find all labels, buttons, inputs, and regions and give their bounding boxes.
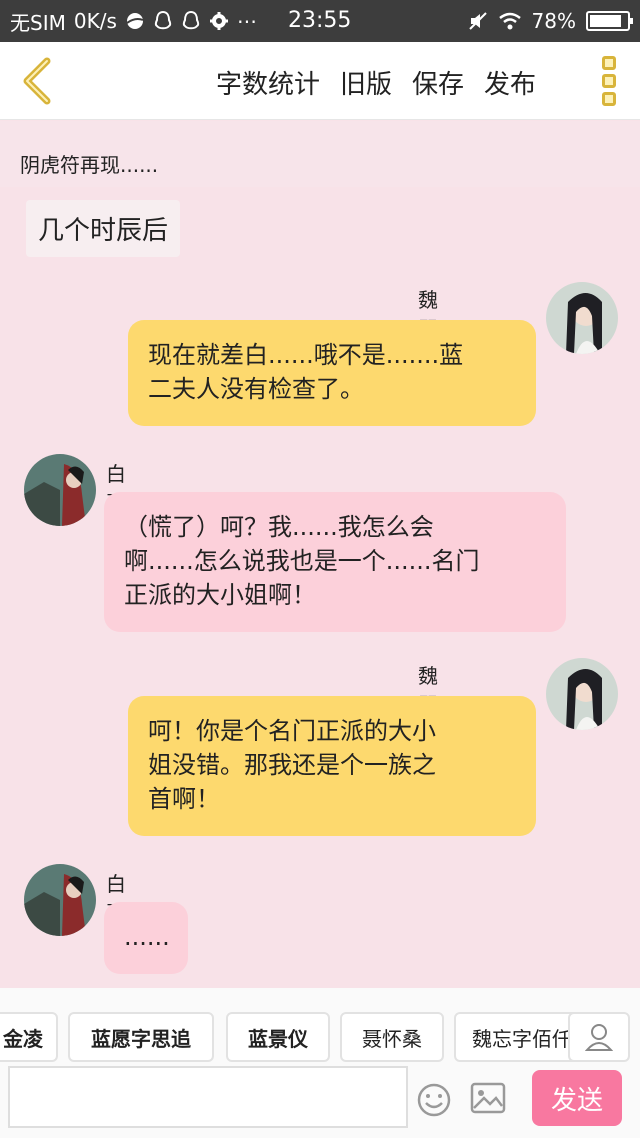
message-line: 现在就差白......哦不是.......蓝 [148, 341, 464, 369]
avatar[interactable] [546, 658, 618, 730]
message-line: （慌了）呵？我......我怎么会 [124, 513, 434, 541]
character-tab[interactable]: 蓝景仪 [226, 1012, 330, 1062]
message-line: 二夫人没有检查了。 [148, 375, 364, 403]
back-arrow-icon [23, 57, 51, 105]
character-selector: 金凌 蓝愿字思追 蓝景仪 聂怀桑 魏忘字佰仟 [0, 988, 640, 1062]
message-line: 姐没错。那我还是个一族之 [148, 751, 436, 779]
character-tab[interactable]: 魏忘字佰仟 [454, 1012, 580, 1062]
image-button[interactable] [470, 1082, 506, 1114]
editor-toolbar: 字数统计 旧版 保存 发布 [0, 42, 640, 120]
message-line: 啊......怎么说我也是一个......名门 [124, 547, 480, 575]
mute-icon [468, 11, 488, 31]
back-button[interactable] [14, 56, 58, 106]
battery-icon [586, 11, 633, 31]
more-dots-icon: ⋯ [236, 9, 257, 33]
message-line: 首啊！ [148, 785, 220, 813]
menu-dot-icon [602, 92, 616, 106]
emoji-button[interactable] [416, 1082, 452, 1118]
message-bubble[interactable]: 现在就差白......哦不是.......蓝 二夫人没有检查了。 [128, 320, 536, 426]
message-bubble[interactable]: （慌了）呵？我......我怎么会 啊......怎么说我也是一个......名… [104, 492, 566, 632]
carrier-label: 无SIM [10, 10, 66, 35]
qq-icon-2 [181, 10, 201, 32]
battery-percent: 78% [531, 9, 576, 33]
avatar[interactable] [24, 454, 96, 526]
emoji-icon [417, 1083, 451, 1117]
person-icon [585, 1024, 613, 1051]
status-bar: 无SIM 0K/s ⋯ 23:55 78% [0, 0, 640, 42]
message-input[interactable] [8, 1066, 408, 1128]
save-button[interactable]: 保存 [412, 64, 464, 101]
character-tab[interactable]: 金凌 [0, 1012, 58, 1062]
message-bubble[interactable]: 呵！你是个名门正派的大小 姐没错。那我还是个一族之 首啊！ [128, 696, 536, 836]
wifi-icon [498, 11, 522, 31]
qq-icon [153, 10, 173, 32]
narration-text[interactable]: 阴虎符再现...... [0, 121, 640, 187]
menu-dot-icon [602, 74, 616, 88]
settings-gear-icon [209, 11, 229, 31]
word-count-button[interactable]: 字数统计 [216, 64, 320, 101]
input-bar: 发送 [0, 1062, 640, 1138]
character-tab[interactable]: 蓝愿字思追 [68, 1012, 214, 1062]
planet-icon [125, 11, 145, 31]
more-menu-button[interactable] [600, 56, 618, 106]
character-tab[interactable]: 聂怀桑 [340, 1012, 444, 1062]
message-line: 正派的大小姐啊！ [124, 581, 316, 609]
clock: 23:55 [288, 8, 352, 33]
time-tag[interactable]: 几个时辰后 [26, 200, 181, 257]
message-line: ...... [124, 923, 170, 951]
send-button[interactable]: 发送 [532, 1070, 622, 1126]
message-bubble[interactable]: ...... [104, 902, 188, 974]
menu-dot-icon [602, 56, 616, 70]
add-character-button[interactable] [568, 1012, 630, 1062]
image-icon [470, 1082, 506, 1114]
network-speed: 0K/s [73, 9, 117, 33]
avatar[interactable] [546, 282, 618, 354]
avatar[interactable] [24, 864, 96, 936]
message-line: 呵！你是个名门正派的大小 [148, 717, 436, 745]
publish-button[interactable]: 发布 [484, 64, 536, 101]
old-version-button[interactable]: 旧版 [340, 64, 392, 101]
